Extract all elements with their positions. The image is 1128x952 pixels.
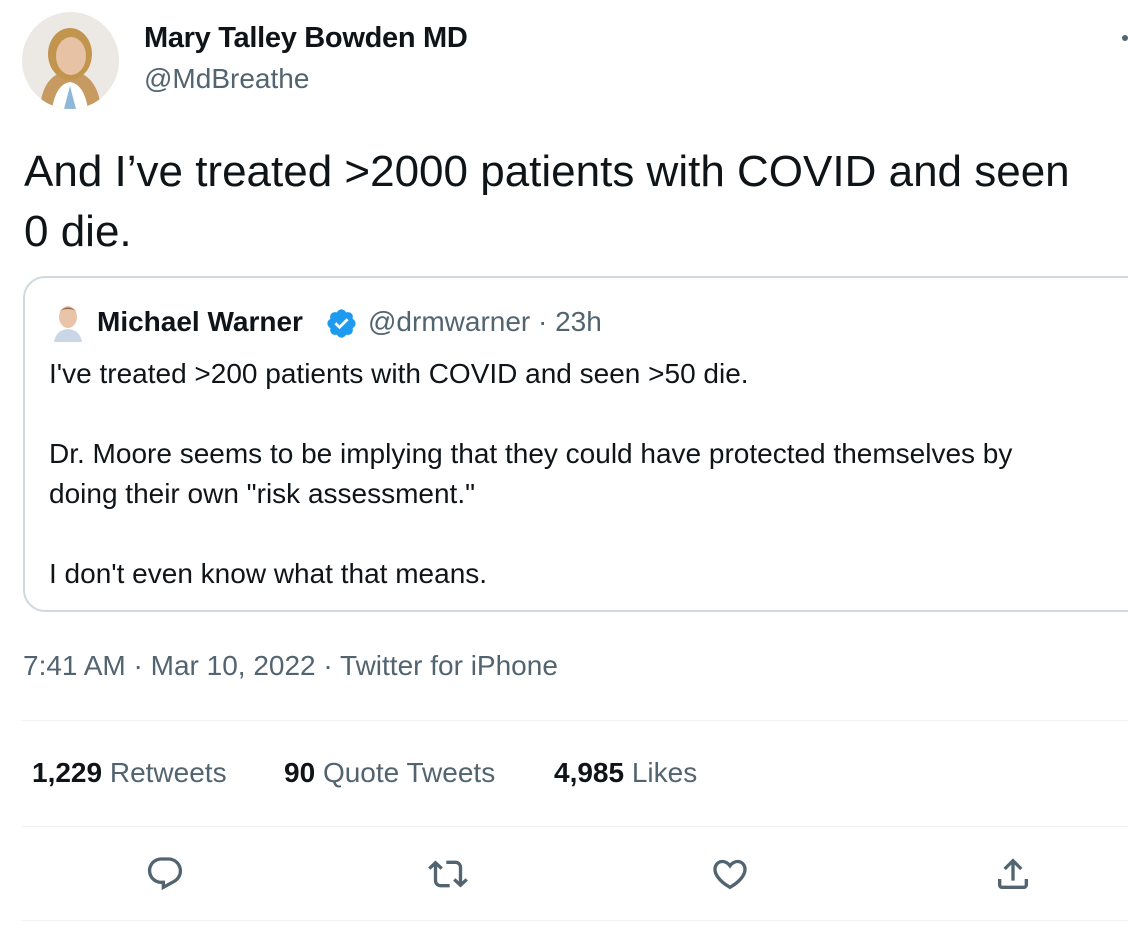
tweet-text: And I’ve treated >2000 patients with COV… bbox=[24, 142, 1128, 262]
retweets-label: Retweets bbox=[109, 757, 227, 788]
tweet-text-line: 0 die. bbox=[24, 207, 132, 256]
tweet-source[interactable]: Twitter for iPhone bbox=[340, 650, 558, 681]
tweet-date[interactable]: Mar 10, 2022 bbox=[151, 650, 316, 681]
retweet-button[interactable] bbox=[426, 852, 470, 896]
quoted-author-name[interactable]: Michael Warner bbox=[97, 306, 303, 338]
quoted-tweet-text: I've treated >200 patients with COVID an… bbox=[49, 354, 1119, 594]
author-handle[interactable]: @MdBreathe bbox=[144, 63, 309, 95]
reply-icon bbox=[147, 857, 183, 891]
quoted-paragraph: doing their own "risk assessment." bbox=[49, 478, 476, 509]
retweet-icon bbox=[428, 860, 468, 888]
tweet-timestamp: 7:41 AM · Mar 10, 2022 · Twitter for iPh… bbox=[23, 650, 558, 682]
author-avatar[interactable] bbox=[22, 12, 119, 109]
divider bbox=[22, 826, 1128, 827]
quoted-author-avatar[interactable] bbox=[52, 304, 84, 342]
share-icon bbox=[998, 858, 1028, 889]
meta-separator: · bbox=[125, 650, 151, 681]
likes-stat[interactable]: 4,985 Likes bbox=[554, 757, 697, 789]
likes-label: Likes bbox=[631, 757, 698, 788]
like-button[interactable] bbox=[708, 852, 752, 896]
divider bbox=[22, 720, 1128, 721]
author-name[interactable]: Mary Talley Bowden MD bbox=[144, 22, 468, 55]
retweets-count: 1,229 bbox=[32, 757, 103, 788]
quote-tweets-count: 90 bbox=[284, 757, 316, 788]
tweet-time[interactable]: 7:41 AM bbox=[23, 650, 126, 681]
retweets-stat[interactable]: 1,229 Retweets bbox=[32, 757, 227, 789]
meta-separator: · bbox=[315, 650, 341, 681]
more-icon[interactable] bbox=[1118, 28, 1128, 48]
tweet-text-line: And I’ve treated >2000 patients with COV… bbox=[24, 147, 1070, 196]
quoted-handle-time[interactable]: @drmwarner · 23h bbox=[368, 306, 602, 338]
quote-tweets-stat[interactable]: 90 Quote Tweets bbox=[284, 757, 495, 789]
heart-icon bbox=[713, 859, 747, 890]
quote-tweets-label: Quote Tweets bbox=[322, 757, 496, 788]
likes-count: 4,985 bbox=[554, 757, 625, 788]
share-button[interactable] bbox=[991, 852, 1035, 896]
quoted-paragraph: Dr. Moore seems to be implying that they… bbox=[49, 438, 1013, 469]
verified-badge-icon bbox=[325, 307, 358, 340]
reply-button[interactable] bbox=[143, 852, 187, 896]
quoted-paragraph: I don't even know what that means. bbox=[49, 558, 488, 589]
divider bbox=[22, 920, 1128, 921]
quoted-paragraph: I've treated >200 patients with COVID an… bbox=[49, 358, 749, 389]
